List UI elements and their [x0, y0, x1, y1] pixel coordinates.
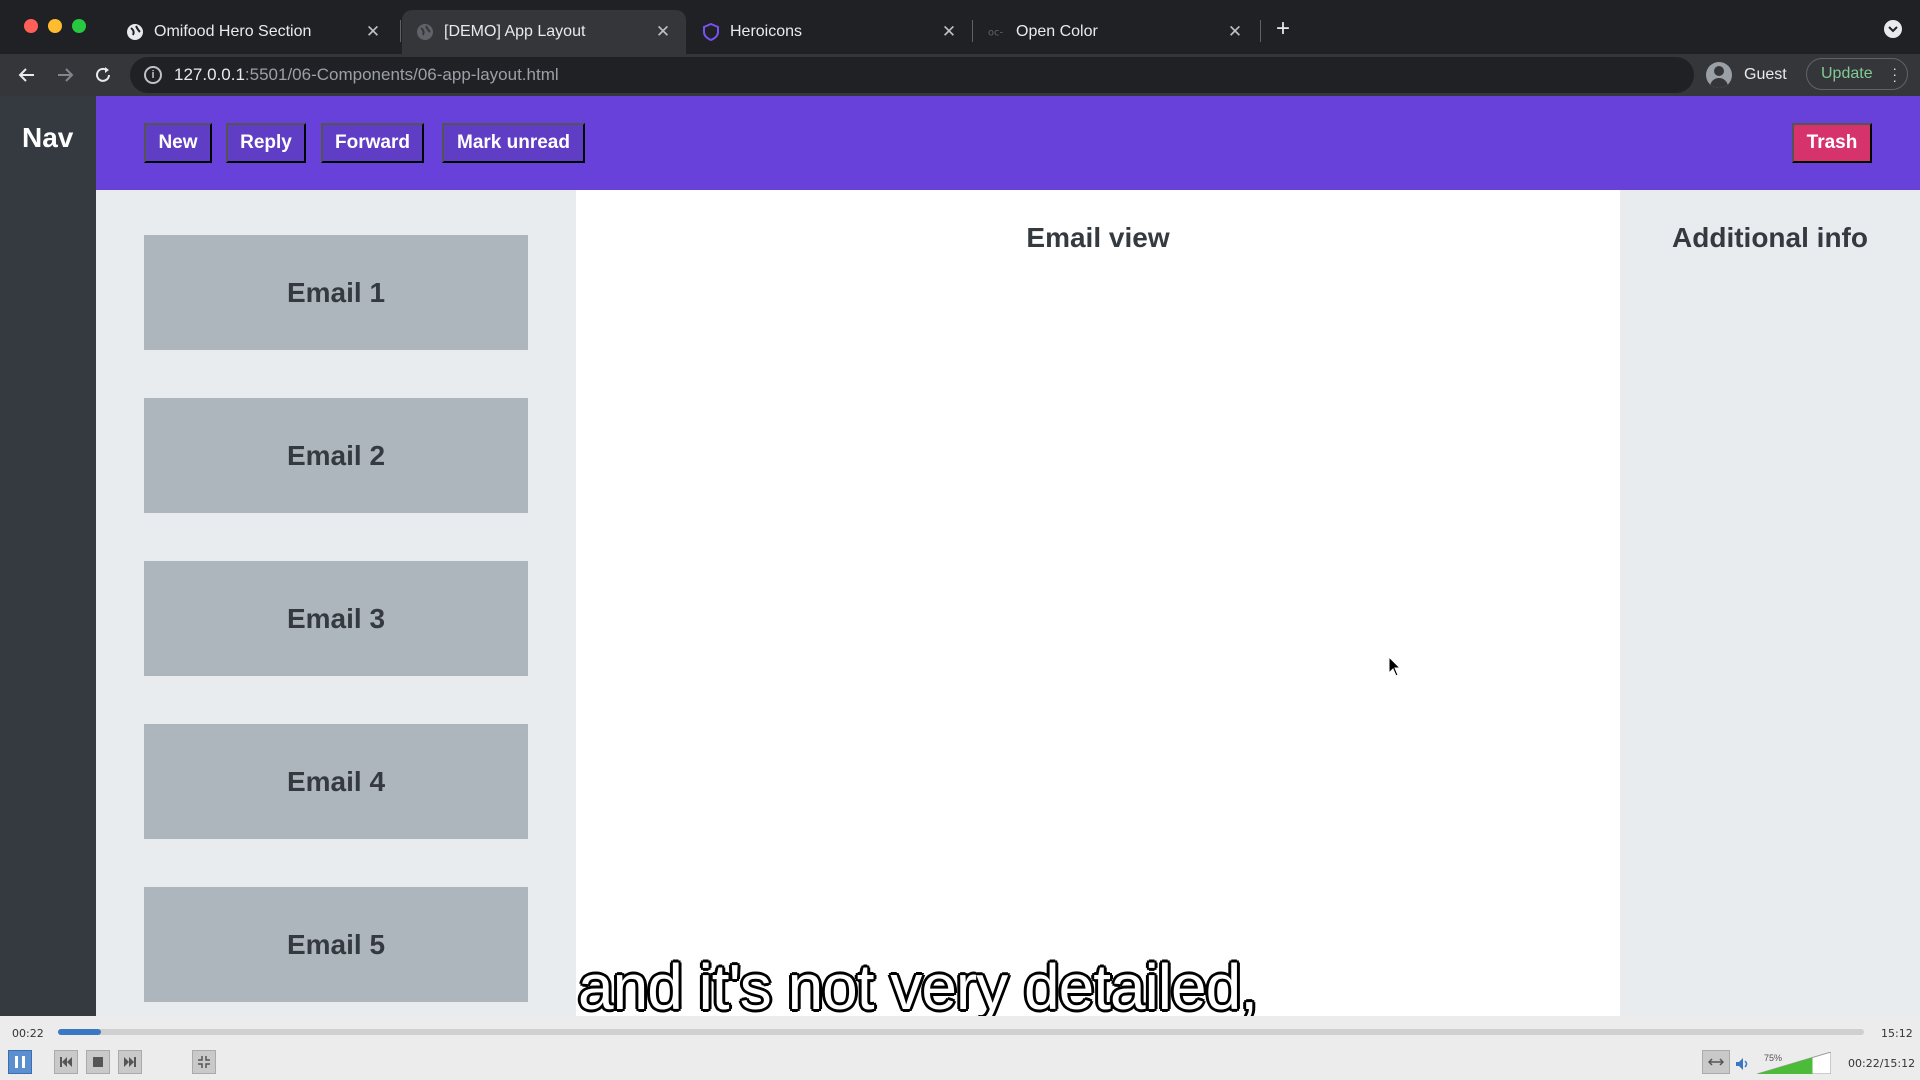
profile-button[interactable]: Guest — [1706, 59, 1787, 91]
elapsed-time: 00:22 — [12, 1027, 44, 1040]
globe-icon — [126, 23, 144, 41]
email-item-2[interactable]: Email 2 — [144, 398, 528, 513]
reply-button[interactable]: Reply — [226, 123, 306, 163]
email-item-5[interactable]: Email 5 — [144, 887, 528, 1002]
web-page: Nav New Reply Forward Mark unread Trash … — [0, 96, 1920, 1016]
browser-toolbar: i 127.0.0.1:5501/06-Components/06-app-la… — [0, 54, 1920, 96]
total-time: 15:12 — [1881, 1027, 1913, 1040]
email-view: Email view — [576, 190, 1620, 1016]
tab-open-color[interactable]: oc- Open Color ✕ — [974, 10, 1258, 54]
seek-bar[interactable] — [58, 1029, 1864, 1035]
minimize-window-button[interactable] — [48, 19, 62, 33]
address-bar[interactable]: i 127.0.0.1:5501/06-Components/06-app-la… — [130, 57, 1694, 93]
site-info-icon[interactable]: i — [144, 66, 162, 84]
email-item-1[interactable]: Email 1 — [144, 235, 528, 350]
svg-text:oc-: oc- — [988, 28, 1003, 39]
email-item-4[interactable]: Email 4 — [144, 724, 528, 839]
url-path: :5501/06-Components/06-app-layout.html — [244, 65, 559, 84]
close-tab-icon[interactable]: ✕ — [1226, 22, 1244, 42]
email-toolbar: New Reply Forward Mark unread Trash — [96, 96, 1920, 190]
url-host: 127.0.0.1 — [174, 65, 245, 84]
tab-omnifood[interactable]: Omifood Hero Section ✕ — [112, 10, 396, 54]
close-window-button[interactable] — [24, 19, 38, 33]
email-item-3[interactable]: Email 3 — [144, 561, 528, 676]
reload-icon[interactable] — [88, 60, 118, 90]
tab-divider — [400, 20, 401, 42]
previous-button[interactable] — [54, 1050, 78, 1074]
tab-title: Omifood Hero Section — [154, 23, 312, 40]
mark-unread-button[interactable]: Mark unread — [442, 123, 585, 163]
more-menu-icon[interactable]: · · · — [1892, 61, 1897, 87]
seek-progress — [58, 1029, 102, 1035]
back-arrow-icon[interactable] — [12, 60, 42, 90]
tab-title: Heroicons — [730, 23, 803, 40]
additional-info-panel: Additional info — [1620, 190, 1920, 1016]
mouse-pointer-icon — [1388, 655, 1402, 678]
globe-icon — [416, 23, 434, 41]
browser-tab-strip: Omifood Hero Section ✕ [DEMO] App Layout… — [0, 0, 1920, 54]
tab-title: [DEMO] App Layout — [444, 23, 586, 40]
close-tab-icon[interactable]: ✕ — [940, 22, 958, 42]
time-display: 00:22/15:12 — [1848, 1057, 1916, 1070]
update-label: Update — [1821, 65, 1873, 82]
new-tab-plus-icon[interactable]: + — [1276, 17, 1290, 41]
update-button[interactable]: Update · · · — [1806, 58, 1908, 90]
tab-app-layout[interactable]: [DEMO] App Layout ✕ — [402, 10, 686, 54]
aspect-ratio-icon[interactable] — [1702, 1050, 1730, 1074]
trash-button[interactable]: Trash — [1792, 123, 1872, 163]
tab-search-chevron-icon[interactable] — [1884, 20, 1902, 38]
avatar-icon — [1706, 62, 1732, 88]
tab-heroicons[interactable]: Heroicons ✕ — [688, 10, 972, 54]
tab-divider — [972, 20, 973, 42]
shield-icon — [702, 23, 720, 41]
close-tab-icon[interactable]: ✕ — [654, 22, 672, 42]
tab-divider — [1260, 20, 1261, 42]
email-list: Email 1 Email 2 Email 3 Email 4 Email 5 — [96, 190, 576, 1016]
nav-title: Nav — [22, 122, 74, 153]
profile-label: Guest — [1744, 66, 1787, 83]
fullscreen-toggle-icon[interactable] — [192, 1050, 216, 1074]
speaker-icon[interactable] — [1734, 1056, 1750, 1077]
video-player-controls: 00:22 15:12 75% 00:22/15:12 — [0, 1016, 1920, 1080]
next-button[interactable] — [118, 1050, 142, 1074]
new-button[interactable]: New — [144, 123, 212, 163]
video-subtitle: and it's not very detailed, — [578, 951, 1258, 1023]
additional-info-title: Additional info — [1672, 222, 1868, 253]
close-tab-icon[interactable]: ✕ — [364, 22, 382, 42]
forward-button[interactable]: Forward — [321, 123, 424, 163]
pause-button[interactable] — [8, 1050, 32, 1074]
email-view-title: Email view — [1026, 222, 1170, 253]
volume-slider[interactable] — [1757, 1052, 1831, 1074]
stop-button[interactable] — [86, 1050, 110, 1074]
forward-arrow-icon[interactable] — [50, 60, 80, 90]
open-color-icon: oc- — [988, 23, 1006, 41]
side-nav: Nav — [0, 96, 96, 1016]
tab-title: Open Color — [1016, 23, 1098, 40]
maximize-window-button[interactable] — [72, 19, 86, 33]
